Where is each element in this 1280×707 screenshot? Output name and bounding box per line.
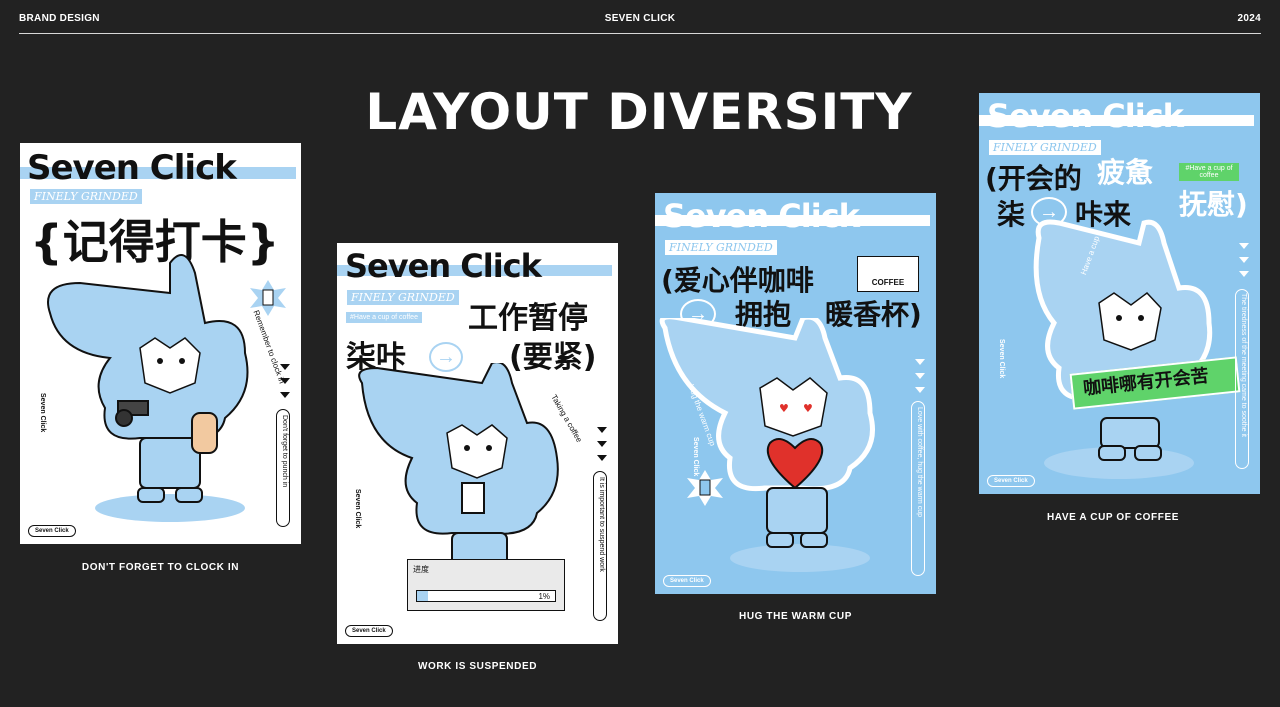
title-line-1: (爱心伴咖啡 bbox=[661, 264, 814, 297]
triangle-marker-icon bbox=[597, 441, 607, 447]
vertical-text: Love with coffee, hug the warm cup bbox=[916, 407, 923, 517]
page-headline: LAYOUT DIVERSITY bbox=[365, 83, 913, 141]
brand-wordmark: Seven Click bbox=[27, 148, 237, 188]
triangle-marker-icon bbox=[280, 364, 290, 370]
poster-work-suspended[interactable]: Seven Click FINELY GRINDED #Have a cup o… bbox=[337, 243, 618, 644]
sub-brand: FINELY GRINDED bbox=[665, 240, 777, 255]
title-line-1b: 疲惫 bbox=[1097, 156, 1154, 189]
coffee-sign-label: COFFEE bbox=[871, 278, 905, 287]
hashtag-label: #Have a cup of coffee bbox=[346, 312, 422, 323]
triangle-marker-icon bbox=[597, 427, 607, 433]
mascot-with-sign bbox=[1033, 219, 1213, 479]
title-line-2c: 抚慰) bbox=[1179, 188, 1248, 221]
title-line-1: 工作暂停 bbox=[468, 301, 588, 336]
svg-text:♥: ♥ bbox=[779, 402, 789, 415]
side-logo: Seven Click bbox=[354, 489, 361, 529]
vertical-text: Don't forget to punch in bbox=[281, 415, 288, 488]
header-center-label: SEVEN CLICK bbox=[604, 13, 676, 24]
progress-value: 1% bbox=[538, 592, 550, 601]
vertical-text: The tiredness of the meeting came to soo… bbox=[1240, 293, 1247, 437]
triangle-marker-icon bbox=[915, 373, 925, 379]
caption-clock-in: DON'T FORGET TO CLOCK IN bbox=[81, 562, 240, 573]
hashtag-label: #Have a cup of coffee bbox=[1179, 163, 1239, 181]
coffee-cup-burst-icon bbox=[687, 470, 723, 506]
brand-wordmark: Seven Click bbox=[345, 247, 542, 285]
progress-label: 进度 bbox=[413, 565, 429, 574]
caption-have-a-cup: HAVE A CUP OF COFFEE bbox=[1046, 512, 1179, 523]
triangle-marker-icon bbox=[280, 392, 290, 398]
header-year: 2024 bbox=[1237, 13, 1261, 24]
poster-have-a-cup[interactable]: Seven Click FINELY GRINDED #Have a cup o… bbox=[979, 93, 1260, 494]
side-logo: Seven Click bbox=[692, 437, 699, 477]
triangle-marker-icon bbox=[1239, 257, 1249, 263]
triangle-marker-icon bbox=[915, 387, 925, 393]
triangle-marker-icon bbox=[1239, 271, 1249, 277]
brand-pill: Seven Click bbox=[987, 475, 1035, 487]
poster-warm-cup[interactable]: Seven Click FINELY GRINDED COFFEE (爱心伴咖啡… bbox=[655, 193, 936, 594]
side-logo: Seven Click bbox=[998, 339, 1005, 379]
caption-work-suspended: WORK IS SUSPENDED bbox=[417, 661, 538, 672]
triangle-marker-icon bbox=[597, 455, 607, 461]
brand-wordmark: Seven Click bbox=[987, 97, 1184, 135]
sub-brand: FINELY GRINDED bbox=[989, 140, 1101, 155]
progress-bar-fill bbox=[417, 591, 429, 601]
brand-wordmark: Seven Click bbox=[663, 197, 860, 235]
vertical-text: It is important to suspend work bbox=[598, 477, 605, 572]
title-line-1a: (开会的 bbox=[985, 162, 1082, 195]
triangle-marker-icon bbox=[915, 359, 925, 365]
top-bar: BRAND DESIGN SEVEN CLICK 2024 bbox=[19, 0, 1261, 34]
progress-panel: 进度 1% bbox=[407, 559, 565, 611]
triangle-marker-icon bbox=[1239, 243, 1249, 249]
svg-text:♥: ♥ bbox=[803, 402, 813, 415]
caption-warm-cup: HUG THE WARM CUP bbox=[739, 611, 852, 622]
side-logo: Seven Click bbox=[39, 393, 46, 433]
sub-brand: FINELY GRINDED bbox=[30, 189, 142, 204]
poster-clock-in[interactable]: Seven Click FINELY GRINDED {记得打卡} Rememb… bbox=[20, 143, 301, 544]
coffee-sign: COFFEE bbox=[857, 256, 919, 292]
brand-pill: Seven Click bbox=[28, 525, 76, 537]
banner-text: 咖啡哪有开会苦 bbox=[1082, 365, 1210, 400]
brand-pill: Seven Click bbox=[663, 575, 711, 587]
header-left-label: BRAND DESIGN bbox=[19, 13, 100, 24]
sub-brand: FINELY GRINDED bbox=[347, 290, 459, 305]
brand-pill: Seven Click bbox=[345, 625, 393, 637]
progress-bar bbox=[416, 590, 556, 602]
triangle-marker-icon bbox=[280, 378, 290, 384]
